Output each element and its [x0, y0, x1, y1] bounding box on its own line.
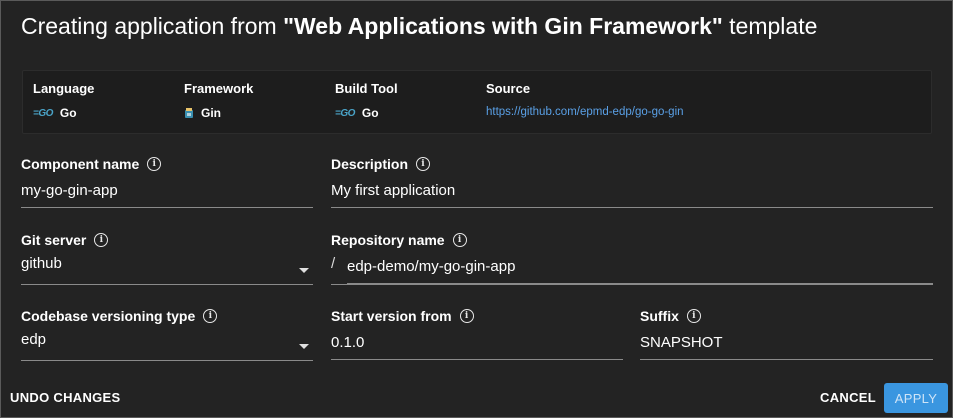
language-label: Language — [33, 81, 95, 96]
title-template-name: "Web Applications with Gin Framework" — [283, 13, 723, 39]
start-version-label: Start version from — [331, 308, 452, 324]
git-server-underline — [21, 284, 313, 285]
versioning-type-select-value[interactable]: edp — [21, 331, 46, 348]
info-icon[interactable]: i — [94, 233, 109, 247]
description-label: Description — [331, 156, 409, 172]
template-info-panel: Language =GO Go Framework Gin Build Tool… — [22, 70, 932, 134]
apply-button[interactable]: APPLY — [884, 383, 948, 413]
component-name-field: Component name i — [21, 156, 313, 216]
undo-changes-button[interactable]: UNDO CHANGES — [10, 390, 121, 405]
repository-name-label: Repository name — [331, 232, 445, 248]
repository-underline — [331, 284, 933, 285]
start-version-input[interactable] — [331, 331, 623, 360]
title-suffix: template — [722, 13, 818, 39]
git-server-select-value[interactable]: github — [21, 255, 62, 272]
info-icon[interactable]: i — [459, 309, 474, 323]
title-prefix: Creating application from — [21, 13, 284, 39]
suffix-field: Suffix i — [640, 308, 933, 368]
chevron-down-icon[interactable] — [299, 268, 309, 273]
dialog-title: Creating application from "Web Applicati… — [21, 13, 817, 40]
source-label: Source — [486, 81, 531, 96]
language-value: Go — [59, 106, 77, 120]
framework-label: Framework — [184, 81, 254, 96]
info-icon[interactable]: i — [686, 309, 701, 323]
suffix-label-row: Suffix i — [640, 308, 933, 324]
build-tool-value: Go — [361, 106, 379, 120]
versioning-type-label: Codebase versioning type — [21, 308, 196, 324]
suffix-input[interactable] — [640, 331, 933, 360]
chevron-down-icon[interactable] — [299, 344, 309, 349]
build-tool-label: Build Tool — [335, 81, 398, 96]
go-icon: =GO — [33, 107, 53, 119]
component-name-label: Component name — [21, 156, 140, 172]
start-version-label-row: Start version from i — [331, 308, 623, 324]
start-version-field: Start version from i — [331, 308, 623, 368]
versioning-type-field[interactable]: Codebase versioning type i edp — [21, 308, 313, 368]
source-link[interactable]: https://github.com/epmd-edp/go-go-gin — [486, 106, 684, 118]
component-name-input[interactable] — [21, 179, 313, 208]
cancel-button[interactable]: CANCEL — [820, 390, 876, 405]
description-label-row: Description i — [331, 156, 933, 172]
info-language: Language =GO Go — [33, 81, 94, 120]
description-field: Description i — [331, 156, 933, 216]
info-icon[interactable]: i — [147, 157, 162, 171]
git-server-label: Git server — [21, 232, 87, 248]
suffix-label: Suffix — [640, 308, 679, 324]
framework-value-row: Gin — [184, 106, 253, 120]
repository-name-field: Repository name i / — [331, 232, 933, 292]
gin-icon — [184, 107, 194, 119]
info-build-tool: Build Tool =GO Go — [335, 81, 398, 120]
git-server-label-row: Git server i — [21, 232, 313, 248]
create-application-dialog: Creating application from "Web Applicati… — [0, 0, 953, 418]
description-input[interactable] — [331, 179, 933, 208]
versioning-type-label-row: Codebase versioning type i — [21, 308, 313, 324]
component-name-label-row: Component name i — [21, 156, 313, 172]
framework-value: Gin — [201, 106, 221, 120]
info-framework: Framework Gin — [184, 81, 253, 120]
repository-name-label-row: Repository name i — [331, 232, 933, 248]
info-icon[interactable]: i — [416, 157, 431, 171]
go-icon: =GO — [335, 107, 355, 119]
repository-name-input[interactable] — [347, 255, 933, 284]
versioning-type-underline — [21, 360, 313, 361]
info-icon[interactable]: i — [452, 233, 467, 247]
info-source: Source https://github.com/epmd-edp/go-go… — [486, 81, 684, 118]
repository-prefix: / — [331, 255, 336, 272]
info-icon[interactable]: i — [203, 309, 218, 323]
git-server-field[interactable]: Git server i github — [21, 232, 313, 292]
build-tool-value-row: =GO Go — [335, 106, 398, 120]
language-value-row: =GO Go — [33, 106, 94, 120]
